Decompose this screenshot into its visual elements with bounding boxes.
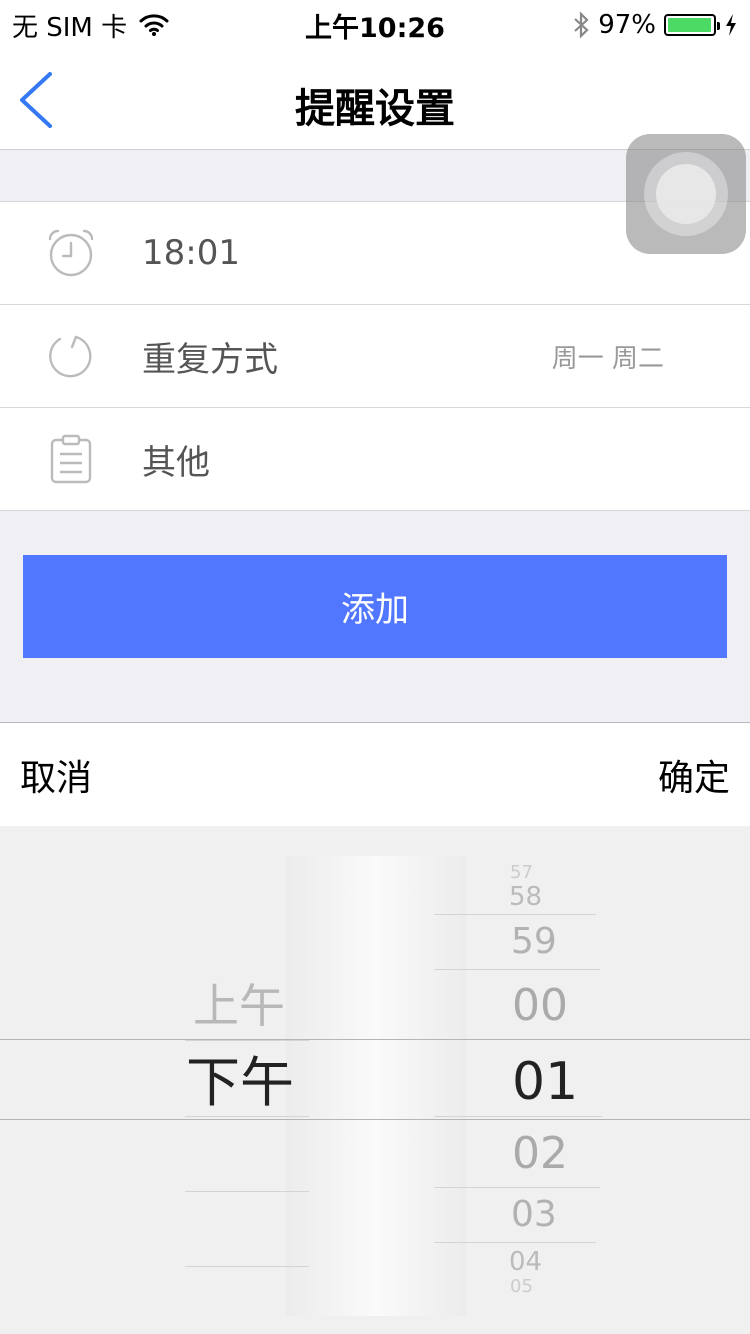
other-label: 其他 — [142, 442, 210, 483]
picker-divider — [434, 1116, 602, 1117]
row-repeat[interactable]: 重复方式 周一 周二 — [0, 305, 750, 408]
status-right: 97% — [572, 10, 738, 40]
picker-minute-selected[interactable]: 01 — [512, 1048, 578, 1116]
picker-minute[interactable]: 59 — [511, 920, 557, 964]
picker-hour-column[interactable] — [286, 856, 466, 1316]
clipboard-icon — [50, 434, 92, 484]
chevron-left-icon — [20, 72, 52, 128]
status-bar: 无 SIM 卡 上午10:26 97% — [0, 0, 750, 50]
picker-selection-top — [0, 1039, 750, 1040]
carrier-label: 无 SIM 卡 — [12, 12, 128, 43]
time-picker[interactable]: 上午 下午 57 58 59 00 01 02 03 04 05 — [0, 826, 750, 1334]
repeat-value: 周一 周二 — [551, 343, 664, 374]
battery-nub — [717, 22, 720, 30]
picker-toolbar: 取消 确定 — [0, 722, 750, 826]
confirm-button[interactable]: 确定 — [658, 749, 730, 801]
picker-minute[interactable]: 57 — [510, 862, 533, 884]
picker-minute[interactable]: 04 — [509, 1247, 542, 1277]
picker-divider — [185, 1040, 309, 1041]
time-label: 18:01 — [142, 233, 240, 273]
picker-minute[interactable]: 03 — [511, 1193, 557, 1237]
bluetooth-icon — [574, 11, 589, 39]
picker-divider — [434, 1242, 596, 1243]
picker-minute[interactable]: 02 — [512, 1126, 568, 1182]
picker-period-selected[interactable]: 下午 — [186, 1048, 294, 1118]
charging-icon — [726, 14, 736, 36]
repeat-icon — [49, 335, 92, 378]
alarm-clock-icon — [48, 229, 94, 277]
picker-divider — [434, 969, 600, 970]
page-title: 提醒设置 — [295, 86, 455, 132]
picker-divider — [434, 1187, 600, 1188]
picker-minute[interactable]: 58 — [509, 882, 542, 912]
add-button[interactable]: 添加 — [23, 555, 727, 658]
picker-minute[interactable]: 00 — [512, 978, 568, 1034]
battery-fill — [668, 18, 711, 32]
picker-divider — [185, 1266, 309, 1267]
repeat-label: 重复方式 — [142, 339, 278, 380]
battery-percent: 97% — [598, 10, 656, 40]
cancel-button[interactable]: 取消 — [20, 749, 92, 801]
picker-selection-bottom — [0, 1119, 750, 1120]
back-button[interactable] — [14, 68, 64, 132]
wifi-icon — [139, 14, 169, 36]
picker-minute[interactable]: 05 — [510, 1276, 533, 1298]
row-other[interactable]: 其他 — [0, 408, 750, 511]
status-left: 无 SIM 卡 — [12, 7, 169, 44]
picker-divider — [434, 914, 596, 915]
battery-icon — [664, 14, 720, 36]
nav-bar: 提醒设置 — [0, 50, 750, 150]
assistive-touch-button[interactable] — [626, 134, 746, 254]
assistive-touch-dot — [656, 164, 716, 224]
picker-divider — [185, 1191, 309, 1192]
picker-period-am[interactable]: 上午 — [193, 976, 285, 1036]
